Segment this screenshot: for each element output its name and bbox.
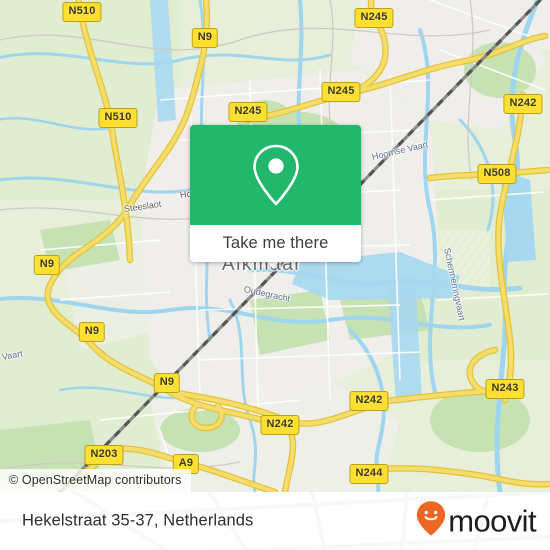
road-shield[interactable]: N508 [477, 164, 517, 184]
road-shield[interactable]: N243 [485, 379, 525, 399]
road-shield[interactable]: N242 [349, 391, 389, 411]
moovit-map-screenshot: Alkmaar Hoornse Vaart Schermerringvaart … [0, 0, 550, 550]
road-shield[interactable]: N9 [33, 255, 61, 275]
footer-bar: Hekelstraat 35-37, Netherlands moovit [0, 492, 550, 550]
road-shield[interactable]: N203 [84, 445, 124, 465]
location-popup-card[interactable]: Take me there [190, 125, 361, 262]
road-shield[interactable]: N245 [354, 8, 394, 28]
road-shield[interactable]: N245 [228, 102, 268, 122]
road-shield[interactable]: N9 [78, 322, 106, 342]
road-shield[interactable]: N245 [321, 82, 361, 102]
road-shield[interactable]: N242 [503, 94, 543, 114]
road-shield[interactable]: N244 [349, 464, 389, 484]
popup-header [190, 125, 361, 225]
road-shield[interactable]: N510 [98, 108, 138, 128]
road-shield[interactable]: N242 [260, 415, 300, 435]
road-shield[interactable]: N510 [62, 2, 102, 22]
address-label: Hekelstraat 35-37, Netherlands [22, 511, 254, 530]
map-pin-icon [249, 142, 303, 208]
road-shield[interactable]: N9 [191, 28, 219, 48]
moovit-pin-smiley-icon [416, 501, 446, 542]
osm-attribution[interactable]: © OpenStreetMap contributors [0, 469, 191, 492]
road-shield[interactable]: N9 [153, 373, 181, 393]
moovit-logo[interactable]: moovit [416, 501, 537, 542]
moovit-wordmark: moovit [448, 503, 536, 539]
take-me-there-button[interactable]: Take me there [190, 225, 361, 262]
